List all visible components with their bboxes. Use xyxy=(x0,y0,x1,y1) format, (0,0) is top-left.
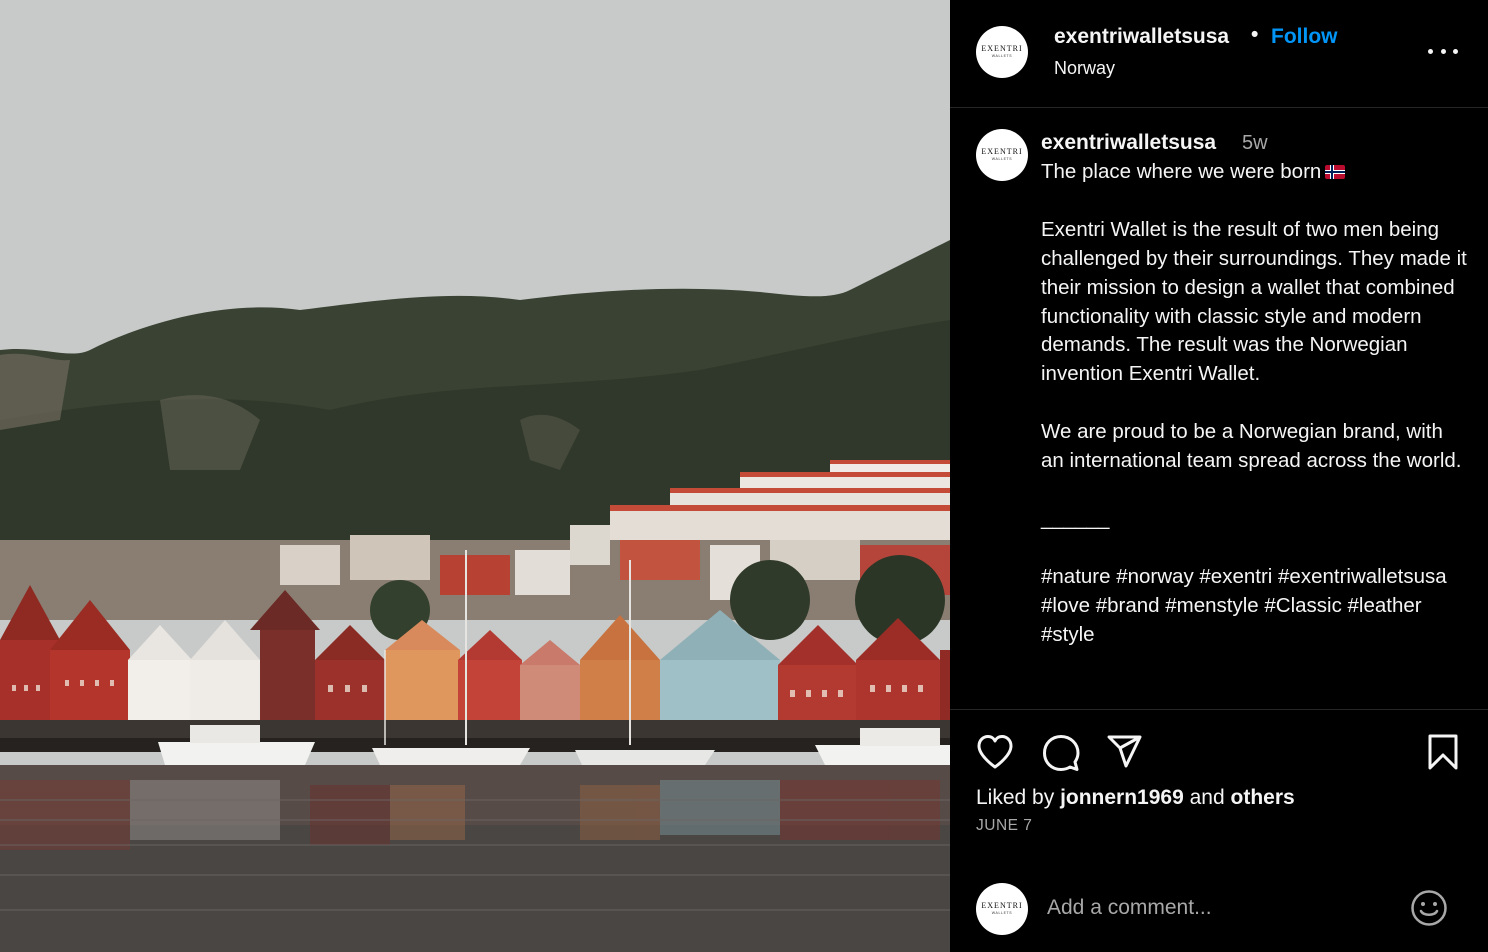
post-header: EXENTRI WALLETS exentriwalletsusa • Foll… xyxy=(950,0,1488,108)
caption-text: The place where we were born Exentri Wal… xyxy=(1041,158,1471,649)
bookmark-icon[interactable] xyxy=(1426,734,1460,770)
share-icon[interactable] xyxy=(1107,735,1143,769)
avatar-logo-text: EXENTRI xyxy=(981,901,1023,911)
more-options-icon[interactable] xyxy=(1428,40,1458,62)
likes-joiner: and xyxy=(1189,786,1225,809)
avatar-logo-text: EXENTRI xyxy=(981,44,1023,54)
comment-icon[interactable] xyxy=(1042,734,1080,772)
post-sidebar: EXENTRI WALLETS exentriwalletsusa • Foll… xyxy=(950,0,1488,952)
avatar-logo-subtext: WALLETS xyxy=(991,54,1013,59)
caption-timestamp[interactable]: 5w xyxy=(1242,132,1268,155)
comment-bar: EXENTRI WALLETS xyxy=(950,861,1488,952)
avatar-logo-subtext: WALLETS xyxy=(991,911,1013,916)
harbor-photo-illustration xyxy=(0,0,950,952)
heart-icon[interactable] xyxy=(976,734,1014,770)
smiley-icon[interactable] xyxy=(1410,889,1448,932)
caption-section: EXENTRI WALLETS exentriwalletsusa 5w The… xyxy=(950,109,1488,709)
current-user-avatar[interactable]: EXENTRI WALLETS xyxy=(976,883,1028,935)
caption-username[interactable]: exentriwalletsusa xyxy=(1041,131,1216,155)
caption-divider: ______ xyxy=(1041,506,1110,530)
likes-summary: Liked by jonnern1969 and others xyxy=(976,786,1295,810)
caption-avatar[interactable]: EXENTRI WALLETS xyxy=(976,129,1028,181)
follow-button[interactable]: Follow xyxy=(1271,25,1338,49)
location-link[interactable]: Norway xyxy=(1054,58,1115,79)
post-date[interactable]: JUNE 7 xyxy=(976,817,1032,835)
avatar-logo-text: EXENTRI xyxy=(981,147,1023,157)
separator-dot: • xyxy=(1251,23,1259,46)
header-username[interactable]: exentriwalletsusa xyxy=(1054,25,1229,49)
liked-by-user-link[interactable]: jonnern1969 xyxy=(1060,786,1184,809)
caption-hashtags[interactable]: #nature #norway #exentri #exentriwallets… xyxy=(1041,565,1447,646)
post-photo[interactable] xyxy=(0,0,950,952)
avatar[interactable]: EXENTRI WALLETS xyxy=(976,26,1028,78)
caption-body-2: We are proud to be a Norwegian brand, wi… xyxy=(1041,420,1462,473)
avatar-logo-subtext: WALLETS xyxy=(991,157,1013,162)
norway-flag-icon xyxy=(1325,165,1346,179)
caption-first-line: The place where we were born xyxy=(1041,160,1322,183)
comment-input[interactable] xyxy=(1047,891,1387,925)
likes-prefix: Liked by xyxy=(976,786,1055,809)
caption-body: Exentri Wallet is the result of two men … xyxy=(1041,217,1467,386)
likes-others-link[interactable]: others xyxy=(1231,786,1295,809)
